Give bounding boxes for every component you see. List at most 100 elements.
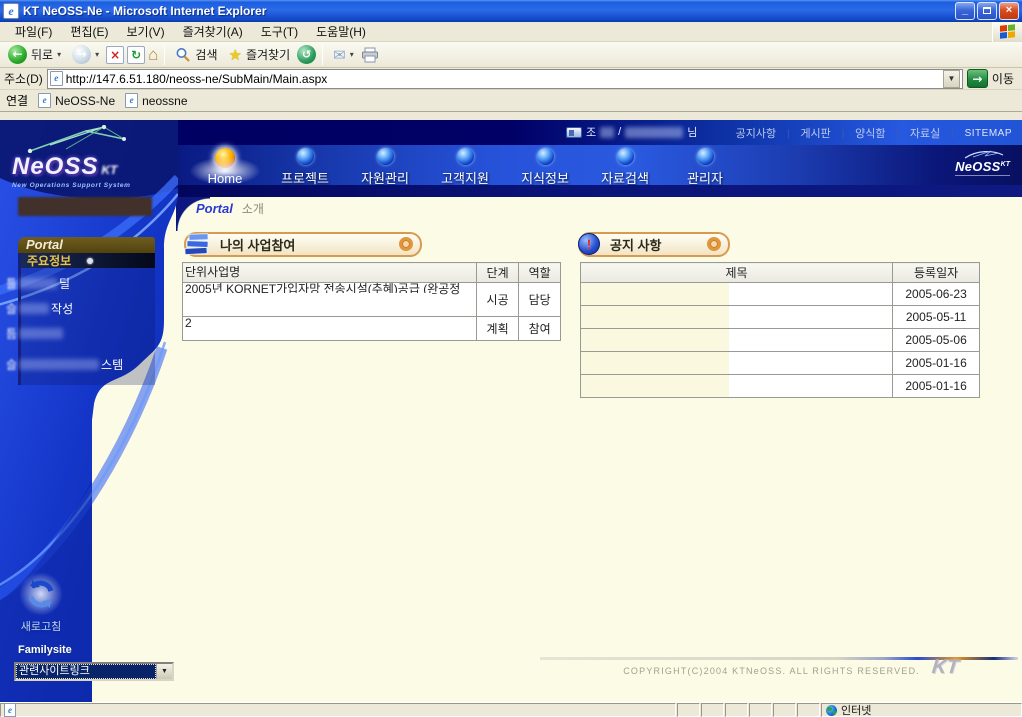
link-notice[interactable]: 공지사항	[736, 125, 776, 141]
menu-edit[interactable]: 편집(E)	[61, 23, 117, 40]
stop-button[interactable]: ×	[106, 46, 124, 64]
redacted-text	[19, 278, 57, 289]
notice-date-cell: 2005-05-11	[893, 306, 980, 329]
menu-tools[interactable]: 도구(T)	[252, 23, 307, 40]
link-forms[interactable]: 양식함	[855, 125, 885, 141]
forward-dropdown-icon[interactable]: ▾	[95, 50, 99, 59]
sidebar-item[interactable]: 슬 스템	[6, 357, 123, 371]
notice-date-cell: 2005-06-23	[893, 283, 980, 306]
submenu-header: 주요정보	[21, 253, 155, 268]
nav-customer[interactable]: 고객지원	[425, 145, 505, 185]
back-button[interactable]: ← 뒤로 ▾	[4, 43, 65, 67]
role-cell: 참여	[519, 317, 561, 341]
status-panel	[749, 703, 772, 717]
table-row: 2005-01-16	[581, 352, 980, 375]
breadcrumb-current: 소개	[242, 200, 264, 217]
document-icon: e	[4, 703, 16, 717]
select-arrow-icon[interactable]: ▼	[156, 664, 172, 679]
mail-icon: ✉	[333, 46, 346, 64]
sidebar: NeOSSKT New Operations Support System Po…	[0, 120, 178, 702]
status-message-panel: e	[0, 703, 676, 717]
copyright-text: COPYRIGHT(C)2004 KTNeOSS. ALL RIGHTS RES…	[600, 666, 920, 676]
user-info: 조 / 님	[566, 124, 697, 140]
restore-button[interactable]	[977, 2, 997, 20]
familysite-select[interactable]: 관련사이트링크 ▼	[14, 662, 174, 681]
nav-project[interactable]: 프로젝트	[265, 145, 345, 185]
windows-logo-icon	[992, 22, 1022, 42]
address-dropdown-button[interactable]: ▼	[943, 70, 960, 88]
stage-cell: 계획	[476, 317, 519, 341]
print-button[interactable]	[361, 47, 379, 63]
table-row: 2005-06-23	[581, 283, 980, 306]
status-panel	[701, 703, 724, 717]
minimize-button[interactable]: _	[955, 2, 975, 20]
notice-title-cell[interactable]	[581, 329, 893, 352]
logo-swoosh-icon	[12, 125, 162, 153]
home-button[interactable]: ⌂	[148, 46, 158, 64]
link-neossne[interactable]: e neossne	[125, 93, 187, 108]
redacted-area	[581, 329, 729, 351]
forward-button[interactable]: → ▾	[68, 43, 103, 67]
title-bar: e KT NeOSS-Ne - Microsoft Internet Explo…	[0, 0, 1022, 22]
sidebar-item[interactable]: 틀 딜	[6, 276, 70, 290]
project-name-cell[interactable]: 2	[183, 317, 477, 341]
window-title: KT NeOSS-Ne - Microsoft Internet Explore…	[23, 4, 953, 18]
search-button[interactable]: 검색	[171, 43, 221, 67]
browser-toolbar: ← 뒤로 ▾ → ▾ × ↻ ⌂ 검색 ★ 즐겨찾기 ↺ ✉ ▾	[0, 42, 1022, 68]
refresh-label: 새로고침	[10, 618, 72, 634]
nav-admin[interactable]: 관리자	[665, 145, 745, 185]
nav-home[interactable]: Home	[185, 145, 265, 185]
menu-view[interactable]: 보기(V)	[117, 23, 173, 40]
menu-file[interactable]: 파일(F)	[6, 23, 61, 40]
notice-title-cell[interactable]	[581, 375, 893, 398]
breadcrumb-root: Portal	[196, 201, 233, 216]
sidebar-item[interactable]: 틈	[6, 326, 65, 340]
history-button[interactable]: ↺	[297, 45, 316, 64]
redacted-area	[581, 306, 729, 328]
project-name-cell[interactable]: 2005년 KORNET가입자망 전송시설(추혜)공급 (완공정	[183, 283, 477, 317]
nav-knowledge[interactable]: 지식정보	[505, 145, 585, 185]
mail-button[interactable]: ✉ ▾	[329, 43, 358, 67]
go-button[interactable]: → 이동	[967, 69, 1018, 88]
nav-search[interactable]: 자료검색	[585, 145, 665, 185]
link-archive[interactable]: 자료실	[910, 125, 940, 141]
table-row: 2005년 KORNET가입자망 전송시설(추혜)공급 (완공정 시공 담당	[183, 283, 561, 317]
section-ring-button[interactable]	[707, 237, 721, 251]
link-board[interactable]: 게시판	[800, 125, 830, 141]
section-ring-button[interactable]	[399, 237, 413, 251]
utility-links: 공지사항 | 게시판 | 양식함 | 자료실 | SITEMAP	[736, 125, 1012, 141]
mail-dropdown-icon[interactable]: ▾	[350, 50, 354, 59]
sidebar-item[interactable]: 슬 작성	[6, 301, 73, 315]
participation-table: 단위사업명 단계 역할 2005년 KORNET가입자망 전송시설(추혜)공급 …	[182, 262, 561, 341]
magnifier-icon	[175, 47, 191, 63]
back-dropdown-icon[interactable]: ▾	[57, 50, 61, 59]
redacted-text	[19, 359, 99, 370]
status-panel	[773, 703, 796, 717]
favorites-button[interactable]: ★ 즐겨찾기	[225, 43, 295, 67]
logo-tagline: New Operations Support System	[12, 182, 170, 189]
restore-icon	[983, 7, 991, 14]
address-url[interactable]: http://147.6.51.180/neoss-ne/SubMain/Mai…	[66, 72, 940, 86]
books-icon	[182, 231, 212, 257]
orb-icon	[697, 148, 714, 165]
close-button[interactable]: ×	[999, 2, 1019, 20]
toolbar-separator	[164, 45, 165, 65]
stage-cell: 시공	[476, 283, 519, 317]
address-label: 주소(D)	[4, 70, 43, 87]
nav-resource[interactable]: 자원관리	[345, 145, 425, 185]
notice-title-cell[interactable]	[581, 352, 893, 375]
table-row: 2 계획 참여	[183, 317, 561, 341]
page-icon: e	[50, 71, 63, 86]
link-sitemap[interactable]: SITEMAP	[965, 128, 1012, 139]
address-input[interactable]: e http://147.6.51.180/neoss-ne/SubMain/M…	[47, 69, 963, 89]
notice-title-cell[interactable]	[581, 283, 893, 306]
menu-favorites[interactable]: 즐겨찾기(A)	[174, 23, 252, 40]
refresh-widget[interactable]: 새로고침	[10, 572, 72, 634]
menu-help[interactable]: 도움말(H)	[307, 23, 375, 40]
separator: |	[842, 128, 844, 138]
separator: |	[951, 128, 953, 138]
table-row: 2005-05-11	[581, 306, 980, 329]
link-neoss-ne[interactable]: e NeOSS-Ne	[38, 93, 115, 108]
refresh-button[interactable]: ↻	[127, 46, 145, 64]
notice-title-cell[interactable]	[581, 306, 893, 329]
